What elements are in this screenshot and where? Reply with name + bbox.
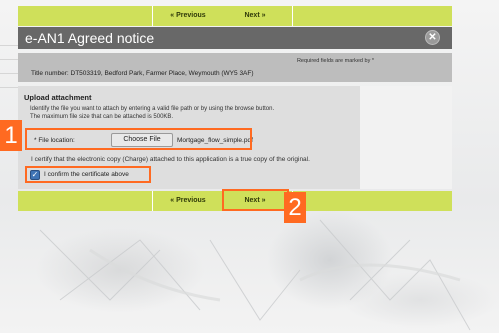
top-nav-bar: « Previous Next » xyxy=(18,6,452,26)
required-fields-note: Required fields are marked by * xyxy=(296,58,374,64)
page-title: e-AN1 Agreed notice xyxy=(25,30,155,46)
description-line: Identify the file you want to attach by … xyxy=(30,106,275,112)
window-title-bar: e-AN1 Agreed notice ✕ xyxy=(18,27,452,49)
step-badge-1: 1 xyxy=(0,120,22,151)
step-badge-2: 2 xyxy=(284,192,306,223)
form-frame: « Previous Next » e-AN1 Agreed notice ✕ … xyxy=(0,0,452,300)
close-icon[interactable]: ✕ xyxy=(425,30,440,45)
background-stubs xyxy=(0,38,18,94)
upload-description: Identify the file you want to attach by … xyxy=(30,105,274,121)
info-bar: Required fields are marked by * Title nu… xyxy=(18,53,452,82)
panel-right-area xyxy=(360,86,452,189)
highlight-confirm-checkbox xyxy=(25,166,151,183)
previous-button-bottom[interactable]: « Previous xyxy=(153,191,223,211)
certification-text: I certify that the electronic copy (Char… xyxy=(31,156,310,163)
highlight-next-button xyxy=(222,189,289,211)
description-line: The maximum file size that can be attach… xyxy=(30,114,174,120)
next-button-top[interactable]: Next » xyxy=(224,6,286,26)
upload-heading: Upload attachment xyxy=(24,93,92,102)
title-number: Title number: DT503319, Bedford Park, Fa… xyxy=(31,70,254,77)
highlight-file-location xyxy=(25,128,252,150)
previous-button-top[interactable]: « Previous xyxy=(153,6,223,26)
